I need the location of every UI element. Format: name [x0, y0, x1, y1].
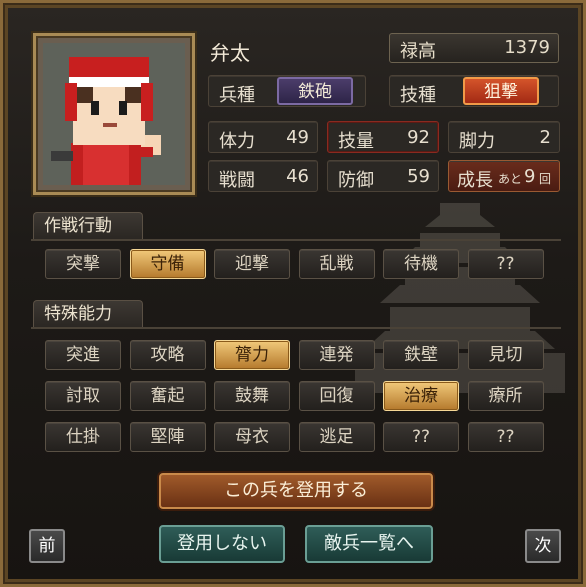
ability-button[interactable]: 突進	[45, 340, 121, 370]
stat-speed: 脚力 2	[448, 121, 560, 153]
tactics-divider	[31, 239, 561, 241]
stat-defense: 防御 59	[327, 160, 439, 192]
stat-growth-small: あと	[498, 172, 523, 186]
stat-growth-unit: 回	[539, 172, 552, 186]
ability-button[interactable]: ??	[383, 422, 459, 452]
stat-skill-label: 技量	[338, 131, 374, 152]
ability-button[interactable]: 逃足	[298, 422, 375, 452]
stat-skill-value: 92	[407, 127, 430, 148]
stat-defense-label: 防御	[338, 170, 374, 191]
recruit-button[interactable]: この兵を登用する	[159, 473, 433, 509]
unit-name: 弁太	[210, 41, 250, 65]
ability-button[interactable]: 鉄壁	[383, 340, 459, 370]
stat-skill: 技量 92	[327, 121, 439, 153]
ability-button[interactable]: 療所	[467, 381, 544, 411]
tactic-button[interactable]: 突撃	[45, 249, 121, 279]
tactic-button[interactable]: 乱戦	[298, 249, 375, 279]
stat-combat-label: 戦闘	[219, 170, 255, 191]
ability-button[interactable]: 膂力	[214, 340, 290, 370]
tactics-section-title: 作戦行動	[33, 212, 143, 240]
unit-type-label: 兵種	[219, 85, 255, 106]
stat-growth: 成長 あと 9 回	[448, 160, 560, 192]
ability-button[interactable]: 仕掛	[45, 422, 121, 452]
ability-button[interactable]: 回復	[298, 381, 375, 411]
stat-growth-value: 9	[524, 166, 536, 187]
stat-combat-value: 46	[286, 166, 309, 187]
ability-button[interactable]: 母衣	[214, 422, 290, 452]
ability-button[interactable]: 奮起	[129, 381, 206, 411]
abilities-section-title: 特殊能力	[33, 300, 143, 328]
stipend-value: 1379	[504, 37, 550, 58]
ability-button[interactable]: 治療	[383, 381, 459, 411]
tactic-button[interactable]: ??	[467, 249, 544, 279]
ability-button[interactable]: 見切	[467, 340, 544, 370]
tactic-button[interactable]: 迎撃	[214, 249, 290, 279]
stipend-label: 禄高	[400, 41, 436, 62]
stat-stamina-label: 体力	[219, 131, 255, 152]
abilities-divider	[31, 327, 561, 329]
skill-type-label: 技種	[400, 85, 436, 106]
soldier-portrait	[43, 43, 185, 185]
stat-speed-value: 2	[539, 127, 551, 148]
ability-button[interactable]: 討取	[45, 381, 121, 411]
tactic-button[interactable]: 待機	[383, 249, 459, 279]
stat-defense-value: 59	[407, 166, 430, 187]
stat-growth-label: 成長	[457, 170, 493, 191]
stipend-box: 禄高 1379	[389, 33, 559, 63]
stat-speed-label: 脚力	[459, 131, 495, 152]
prev-button[interactable]: 前	[29, 529, 65, 563]
ability-button[interactable]: 堅陣	[129, 422, 206, 452]
stat-stamina-value: 49	[286, 127, 309, 148]
ability-button[interactable]: 鼓舞	[214, 381, 290, 411]
tactic-button[interactable]: 守備	[129, 249, 206, 279]
ability-button[interactable]: 攻略	[129, 340, 206, 370]
unit-type-badge: 鉄砲	[277, 77, 353, 105]
decline-button[interactable]: 登用しない	[159, 525, 285, 563]
stat-combat: 戦闘 46	[208, 160, 318, 192]
ability-button[interactable]: 連発	[298, 340, 375, 370]
soldier-sprite-icon	[43, 43, 185, 185]
stat-stamina: 体力 49	[208, 121, 318, 153]
enemy-list-button[interactable]: 敵兵一覧へ	[305, 525, 433, 563]
skill-type-badge: 狙撃	[463, 77, 539, 105]
ability-button[interactable]: ??	[467, 422, 544, 452]
portrait-frame	[33, 33, 195, 195]
next-button[interactable]: 次	[525, 529, 561, 563]
unit-detail-panel: 弁太 禄高 1379 兵種 鉄砲 技種 狙撃 体力 49 技量 92 脚力 2 …	[0, 0, 586, 587]
